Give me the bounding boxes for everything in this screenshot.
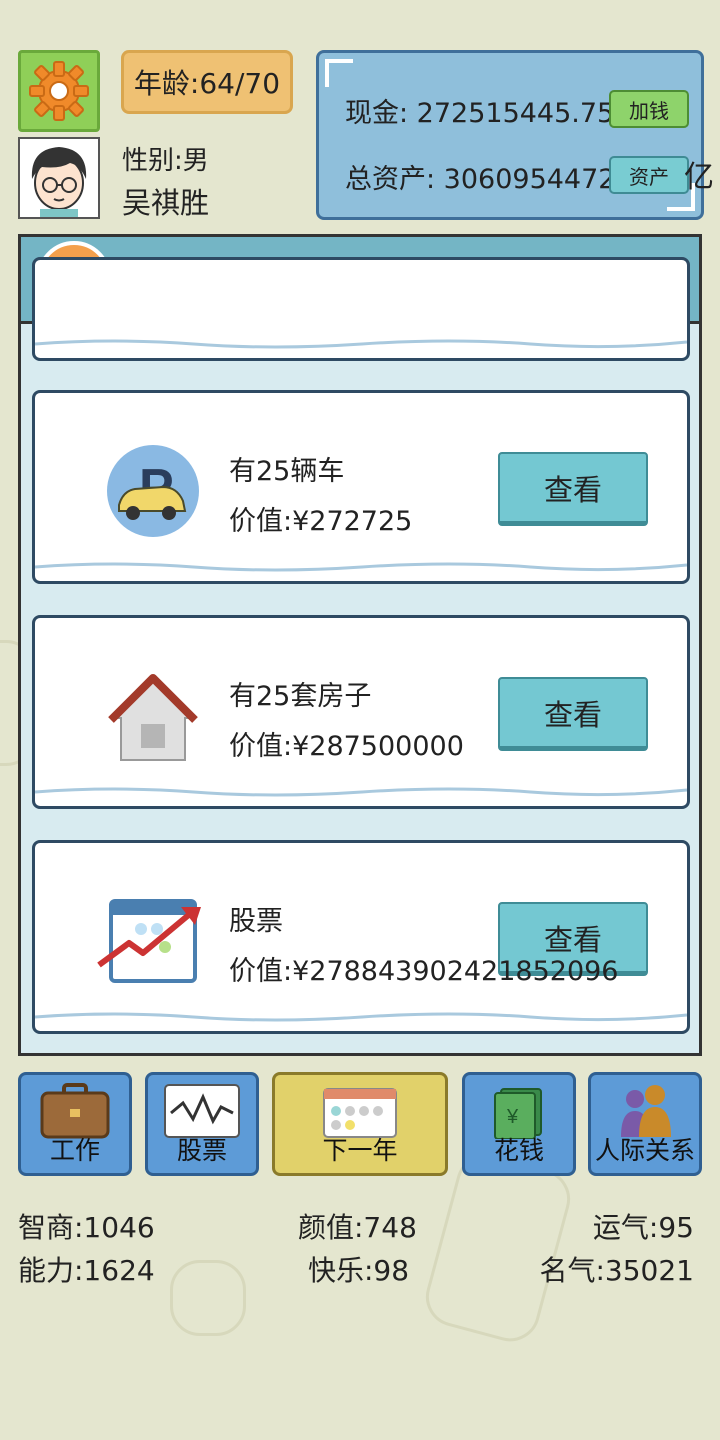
assets-panel: 资产 P 有25辆车 价值:¥272725 查看 有25套房子 价值:¥2875… (18, 234, 702, 1056)
car-parking-icon: P (107, 445, 199, 537)
stat-fame: 名气:35021 (539, 1254, 694, 1287)
item-value: 价值:¥287500000 (229, 731, 464, 762)
stocks-nav-button[interactable]: 股票 (145, 1072, 259, 1176)
svg-text:¥: ¥ (506, 1106, 519, 1128)
house-icon (108, 674, 198, 761)
item-value: 价值:¥272725 (229, 506, 413, 537)
wave-decoration (35, 339, 687, 349)
gender-label: 性别:男 (122, 146, 209, 176)
avatar[interactable] (18, 137, 100, 219)
list-item: 有25套房子 价值:¥287500000 查看 (32, 615, 690, 809)
relations-button[interactable]: 人际关系 (588, 1072, 702, 1176)
view-button[interactable]: 查看 (498, 677, 648, 751)
money-panel: 现金: 272515445.75 加钱 总资产: 3060954472 资产 (316, 50, 704, 220)
add-money-button[interactable]: 加钱 (609, 90, 689, 128)
view-button[interactable]: 查看 (498, 452, 648, 526)
wave-decoration (35, 787, 687, 797)
wave-decoration (35, 562, 687, 572)
background-doodle (170, 1260, 246, 1336)
list-item-partial (32, 257, 690, 361)
stat-ability: 能力:1624 (18, 1254, 155, 1287)
next-year-button[interactable]: 下一年 (272, 1072, 448, 1176)
total-assets-label: 总资产: 3060954472 (345, 164, 616, 195)
stock-chart-icon (97, 899, 201, 983)
list-item: P 有25辆车 价值:¥272725 查看 (32, 390, 690, 584)
cash-label: 现金: 272515445.75 (345, 98, 615, 129)
stat-looks: 颜值:748 (298, 1211, 417, 1244)
player-name: 吴祺胜 (122, 186, 210, 220)
background-doodle (419, 1147, 577, 1349)
age-badge: 年龄:64/70 (121, 50, 293, 114)
avatar-face-icon (20, 139, 98, 217)
work-button[interactable]: 工作 (18, 1072, 132, 1176)
settings-button[interactable] (18, 50, 100, 132)
assets-button[interactable]: 资产 (609, 156, 689, 194)
nav-label: 工作 (49, 1136, 100, 1165)
wave-decoration (35, 1012, 687, 1022)
list-item: 股票 查看 价值:¥27884390242185​2096 (32, 840, 690, 1034)
unit-suffix: 亿 (684, 160, 714, 195)
nav-label: 股票 (176, 1136, 227, 1165)
stat-luck: 运气:95 (592, 1211, 694, 1244)
spend-button[interactable]: ¥ 花钱 (462, 1072, 576, 1176)
corner-decoration (325, 59, 353, 87)
stat-happiness: 快乐:98 (308, 1254, 410, 1287)
gear-icon (29, 61, 89, 121)
item-value: 价值:¥27884390242185​2096 (229, 956, 619, 987)
nav-label: 花钱 (493, 1136, 544, 1165)
stat-iq: 智商:1046 (18, 1211, 155, 1244)
item-title: 股票 (229, 906, 283, 937)
item-title: 有25套房子 (229, 681, 372, 712)
nav-label: 人际关系 (594, 1136, 695, 1165)
nav-label: 下一年 (322, 1136, 398, 1165)
item-title: 有25辆车 (229, 456, 345, 487)
